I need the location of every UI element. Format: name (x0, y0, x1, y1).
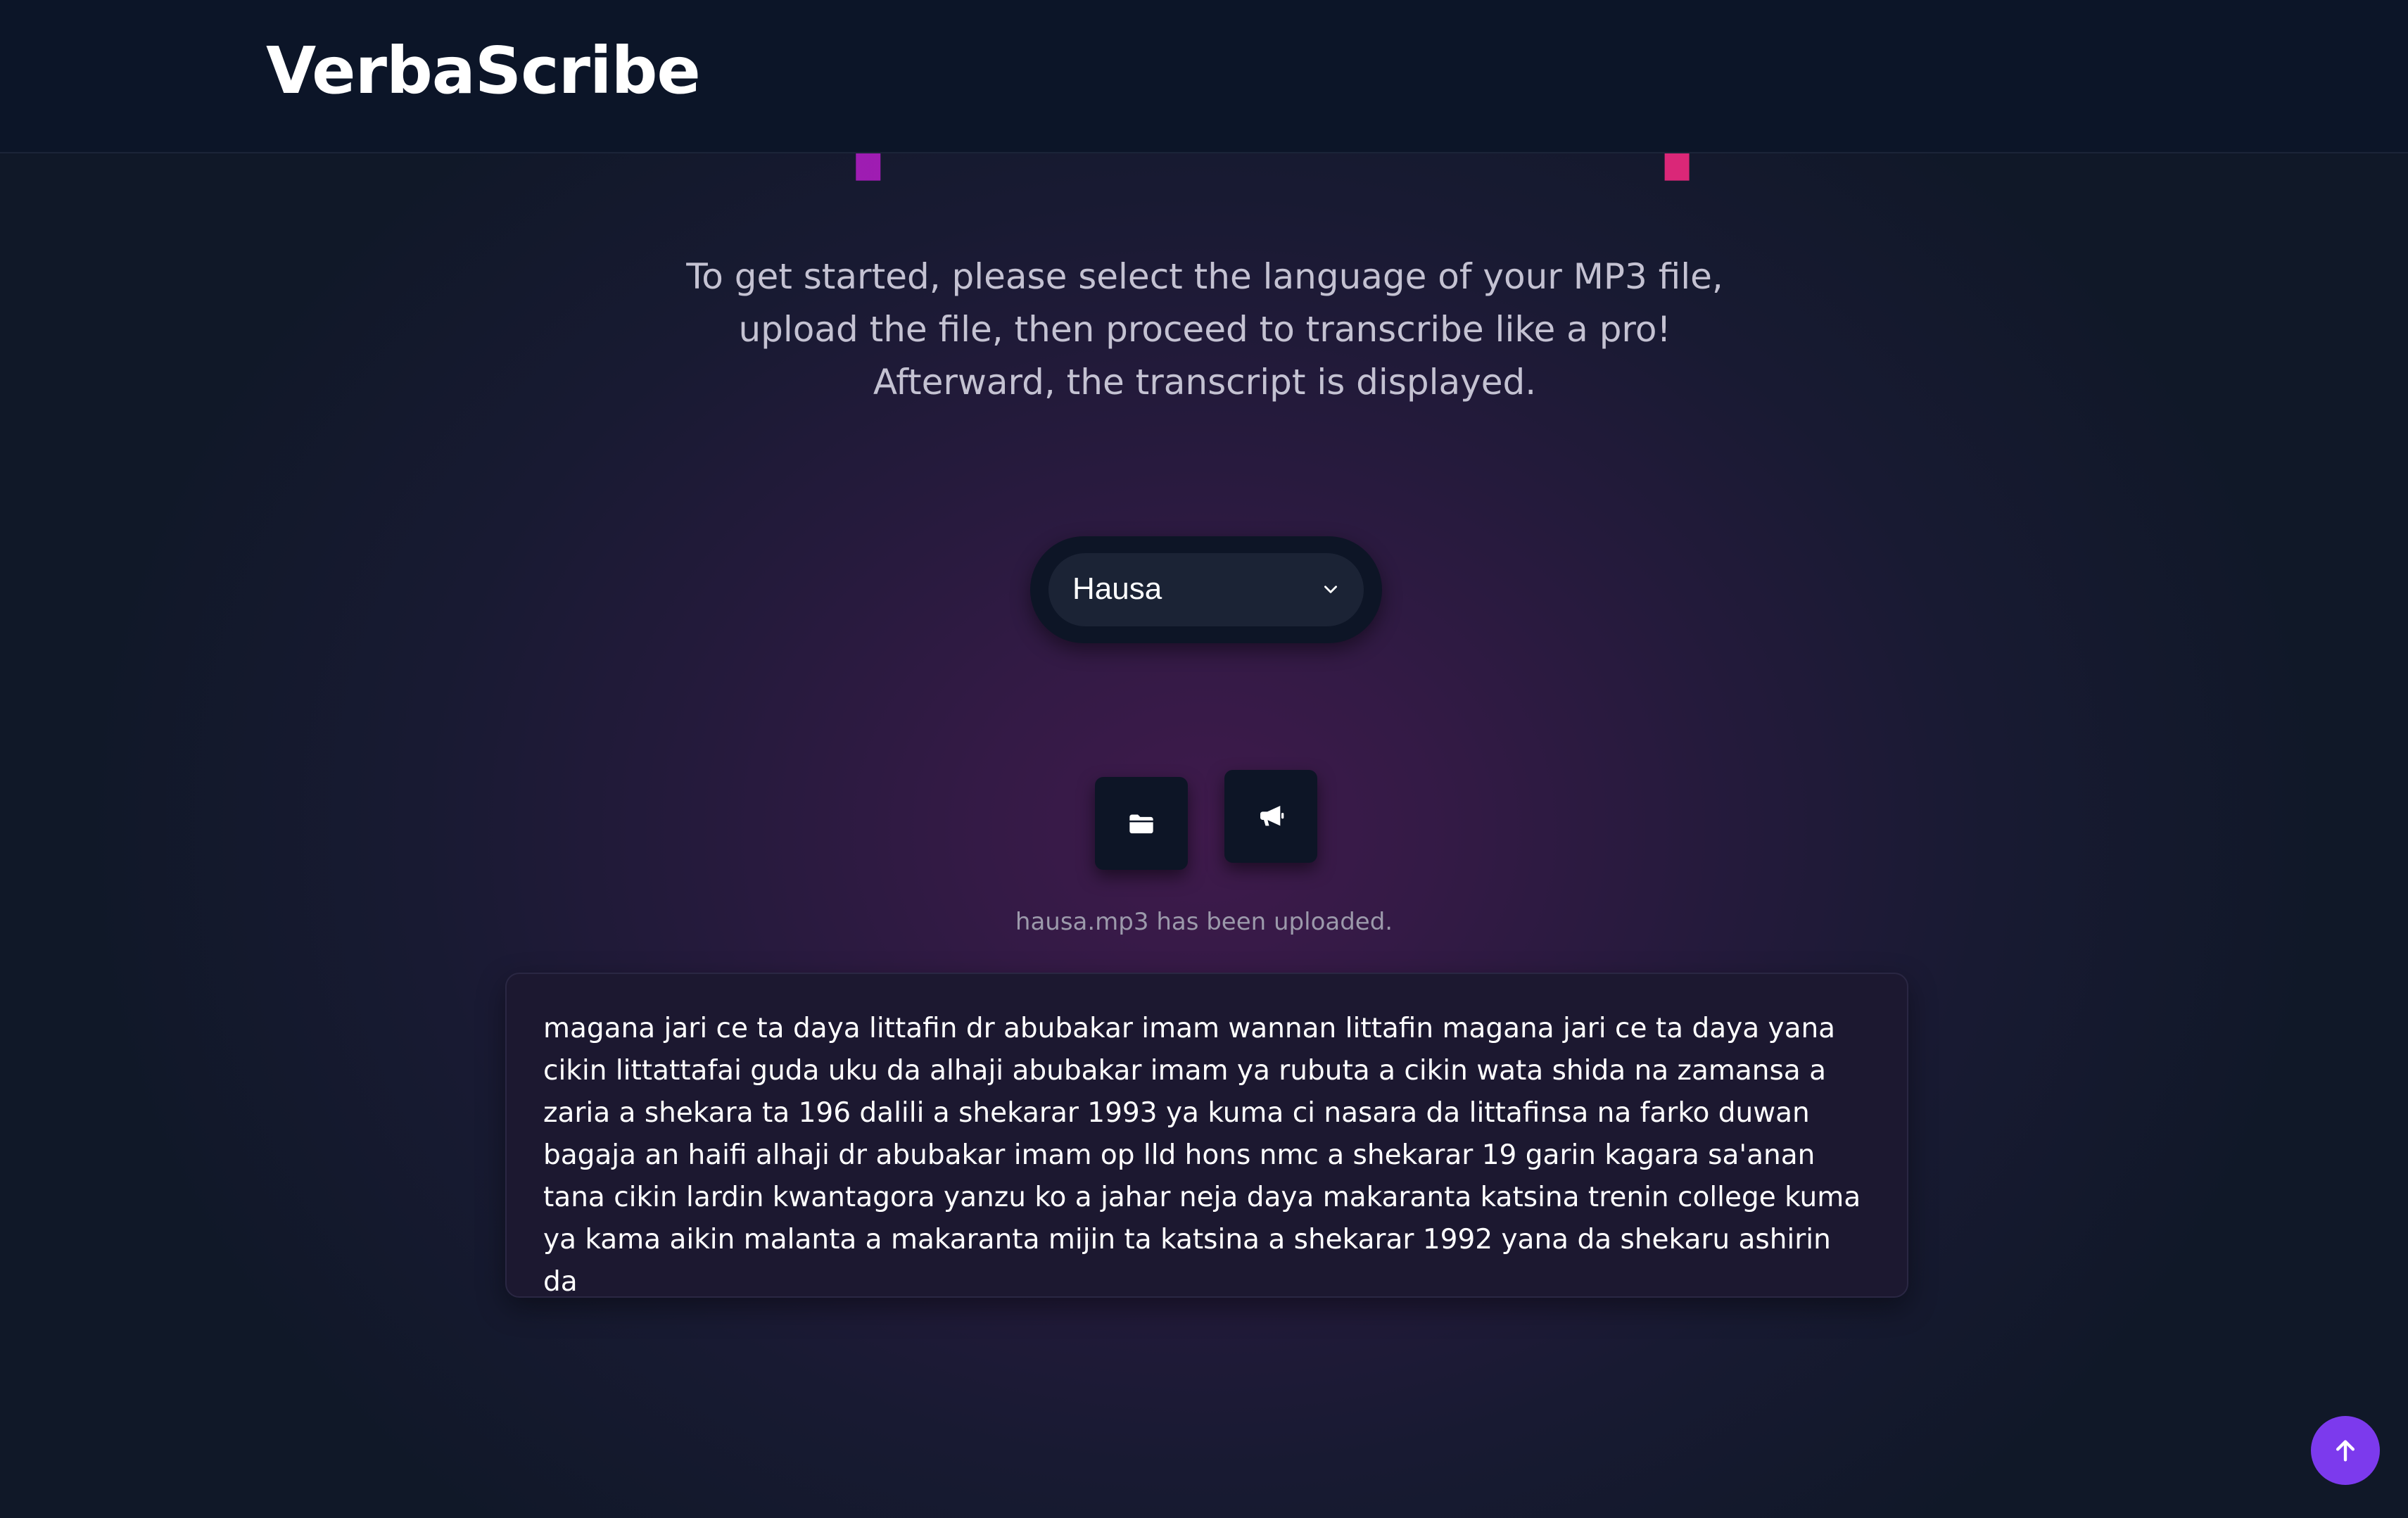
language-select[interactable]: Hausa (1048, 553, 1364, 626)
transcribe-button[interactable] (1224, 770, 1317, 863)
arrow-up-icon (2336, 1440, 2355, 1462)
top-navbar: VerbaScribe (0, 0, 2408, 153)
upload-file-button[interactable] (1095, 777, 1188, 870)
megaphone-icon (1260, 806, 1284, 826)
intro-text: To get started, please select the langua… (686, 256, 1723, 403)
upload-status: hausa.mp3 has been uploaded. (1015, 908, 1393, 936)
folder-icon (1129, 814, 1153, 834)
language-select-value: Hausa (1072, 571, 1162, 606)
scroll-to-top-button[interactable] (2311, 1416, 2380, 1485)
app-logo[interactable]: VerbaScribe (266, 35, 701, 106)
transcript-box: magana jari ce ta daya littafin dr abuba… (505, 973, 1908, 1298)
transcript-text: magana jari ce ta daya littafin dr abuba… (543, 1013, 1861, 1298)
language-select-wrapper: Hausa (1030, 536, 1382, 643)
chevron-down-icon (1324, 586, 1337, 593)
